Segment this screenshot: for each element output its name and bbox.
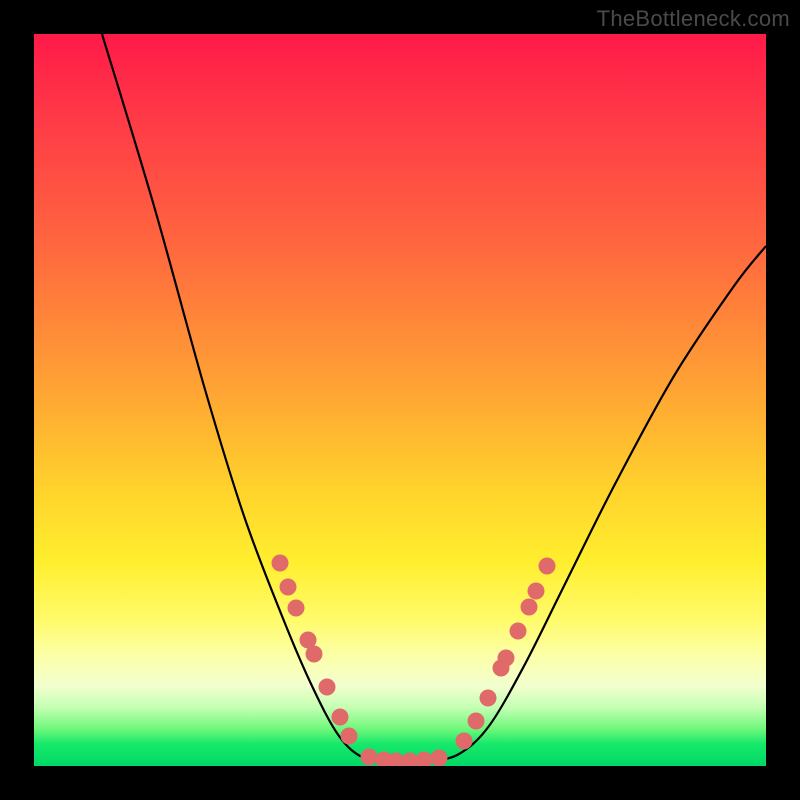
data-marker [521,599,538,616]
marker-group-right [456,558,556,750]
data-marker [306,646,323,663]
marker-group-bottom [361,749,448,767]
data-marker [280,579,297,596]
data-marker [416,752,433,767]
data-marker [332,709,349,726]
data-marker [288,600,305,617]
data-marker [498,650,515,667]
chart-frame: TheBottleneck.com [0,0,800,800]
curve-svg [34,34,766,766]
data-marker [528,583,545,600]
plot-area [34,34,766,766]
watermark-text: TheBottleneck.com [597,6,790,32]
data-marker [468,713,485,730]
data-marker [319,679,336,696]
data-marker [456,733,473,750]
data-marker [480,690,497,707]
data-marker [341,728,358,745]
data-marker [272,555,289,572]
bottleneck-curve [102,34,766,762]
data-marker [510,623,527,640]
data-marker [361,749,378,766]
data-marker [431,750,448,767]
marker-group-left [272,555,358,745]
data-marker [539,558,556,575]
